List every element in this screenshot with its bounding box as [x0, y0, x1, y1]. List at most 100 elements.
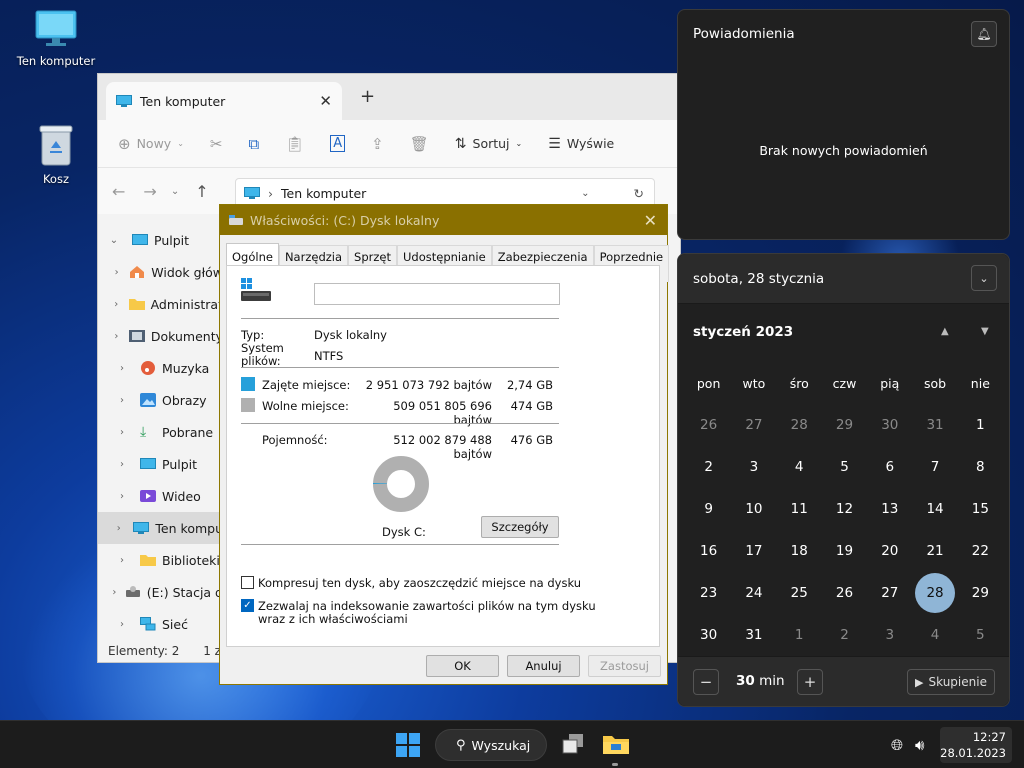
calendar-day[interactable]: 21	[912, 530, 957, 572]
compress-checkbox[interactable]	[241, 576, 254, 589]
calendar-day[interactable]: 16	[686, 530, 731, 572]
calendar-day[interactable]: 1	[777, 614, 822, 656]
calendar-day[interactable]: 26	[686, 404, 731, 446]
calendar-day[interactable]: 1	[958, 404, 1003, 446]
calendar-day[interactable]: 23	[686, 572, 731, 614]
calendar-day[interactable]: 3	[731, 446, 776, 488]
network-globe-icon[interactable]: 🌐︎	[891, 736, 903, 754]
do-not-disturb-button[interactable]: 🔔︎	[971, 21, 997, 47]
close-icon[interactable]: ✕	[644, 211, 657, 230]
calendar-day[interactable]: 5	[958, 614, 1003, 656]
cut-button[interactable]: ✂	[210, 135, 223, 153]
rename-button[interactable]: A	[330, 135, 346, 152]
ok-button[interactable]: OK	[426, 655, 499, 677]
decrease-focus-button[interactable]: −	[693, 669, 719, 695]
copy-button[interactable]: ⧉	[248, 135, 259, 153]
forward-arrow-icon[interactable]: →	[143, 182, 156, 201]
nav-item-pulpit[interactable]: › Pulpit	[98, 448, 223, 480]
calendar-day[interactable]: 22	[958, 530, 1003, 572]
clock[interactable]: 12:27 28.01.2023	[940, 727, 1012, 763]
volume-icon[interactable]: 🔊︎	[915, 736, 924, 754]
apply-button[interactable]: Zastosuj	[588, 655, 661, 677]
new-tab-button[interactable]: +	[360, 86, 375, 107]
nav-item-pulpit-root[interactable]: ⌄ Pulpit	[98, 224, 223, 256]
previous-month-icon[interactable]: ▲	[941, 326, 949, 337]
calendar-day[interactable]: 2	[686, 446, 731, 488]
cancel-button[interactable]: Anuluj	[507, 655, 580, 677]
sort-button[interactable]: ⇅ Sortuj ⌄	[455, 136, 522, 152]
calendar-day[interactable]: 12	[822, 488, 867, 530]
calendar-day[interactable]: 18	[777, 530, 822, 572]
nav-item-home[interactable]: › Widok głów	[98, 256, 223, 288]
calendar-day[interactable]: 6	[867, 446, 912, 488]
close-tab-icon[interactable]: ✕	[319, 92, 332, 110]
calendar-day[interactable]: 13	[867, 488, 912, 530]
increase-focus-button[interactable]: +	[797, 669, 823, 695]
calendar-day[interactable]: 19	[822, 530, 867, 572]
drive-name-input[interactable]	[314, 283, 560, 305]
up-arrow-icon[interactable]: ↑	[195, 182, 208, 201]
nav-item-this-pc[interactable]: › Ten kompu	[98, 512, 223, 544]
file-explorer-taskbar-button[interactable]	[603, 733, 629, 758]
view-button[interactable]: ☰ Wyświe	[548, 136, 614, 152]
start-button[interactable]	[396, 733, 420, 760]
calendar-day[interactable]: 11	[777, 488, 822, 530]
nav-item-downloads[interactable]: › ⤓ Pobrane	[98, 416, 223, 448]
share-button[interactable]: ⇪	[371, 135, 384, 153]
calendar-day[interactable]: 29	[958, 572, 1003, 614]
calendar-day[interactable]: 15	[958, 488, 1003, 530]
calendar-day[interactable]: 27	[731, 404, 776, 446]
calendar-day[interactable]: 30	[686, 614, 731, 656]
nav-item-drive-e[interactable]: › (E:) Stacja d	[98, 576, 223, 608]
explorer-tab[interactable]: Ten komputer ✕	[106, 82, 342, 120]
calendar-day[interactable]: 20	[867, 530, 912, 572]
refresh-icon[interactable]: ↻	[634, 186, 644, 201]
nav-item-libraries[interactable]: › Biblioteki	[98, 544, 223, 576]
address-dropdown-icon[interactable]: ⌄	[581, 188, 589, 199]
taskbar-search[interactable]: ⚲ Wyszukaj	[435, 729, 547, 761]
calendar-day[interactable]: 31	[731, 614, 776, 656]
calendar-day[interactable]: 2	[822, 614, 867, 656]
calendar-day-today[interactable]: 28	[912, 572, 957, 614]
calendar-day[interactable]: 14	[912, 488, 957, 530]
calendar-day[interactable]: 17	[731, 530, 776, 572]
task-view-button[interactable]	[561, 733, 585, 758]
new-button[interactable]: ⊕ Nowy ⌄	[118, 135, 184, 153]
nav-item-music[interactable]: › Muzyka	[98, 352, 223, 384]
index-checkbox[interactable]: ✓	[241, 599, 254, 612]
back-arrow-icon[interactable]: ←	[112, 182, 125, 201]
focus-button[interactable]: ▶ Skupienie	[907, 669, 995, 695]
calendar-day[interactable]: 29	[822, 404, 867, 446]
calendar-day[interactable]: 10	[731, 488, 776, 530]
paste-button[interactable]: 📋︎	[285, 135, 304, 153]
dialog-titlebar[interactable]: Właściwości: (C:) Dysk lokalny ✕	[220, 205, 667, 235]
calendar-day[interactable]: 31	[912, 404, 957, 446]
calendar-day[interactable]: 25	[777, 572, 822, 614]
recent-chevron-icon[interactable]: ⌄	[171, 186, 179, 197]
calendar-day[interactable]: 7	[912, 446, 957, 488]
delete-button[interactable]: 🗑︎	[410, 135, 429, 153]
nav-item-administrator[interactable]: › Administrat	[98, 288, 223, 320]
nav-item-pictures[interactable]: › Obrazy	[98, 384, 223, 416]
calendar-day[interactable]: 24	[731, 572, 776, 614]
calendar-day[interactable]: 3	[867, 614, 912, 656]
calendar-day-number: 18	[790, 543, 808, 559]
calendar-day[interactable]: 5	[822, 446, 867, 488]
calendar-day[interactable]: 26	[822, 572, 867, 614]
calendar-day[interactable]: 27	[867, 572, 912, 614]
nav-item-video[interactable]: › Wideo	[98, 480, 223, 512]
calendar-day[interactable]: 30	[867, 404, 912, 446]
nav-item-documents[interactable]: › Dokumenty	[98, 320, 223, 352]
nav-item-network[interactable]: › Sieć	[98, 608, 223, 640]
calendar-day[interactable]: 9	[686, 488, 731, 530]
calendar-day[interactable]: 8	[958, 446, 1003, 488]
desktop-recycle-bin[interactable]: Kosz	[14, 124, 98, 186]
details-button[interactable]: Szczegóły	[481, 516, 559, 538]
desktop-this-pc[interactable]: Ten komputer	[14, 10, 98, 68]
next-month-icon[interactable]: ▼	[981, 326, 989, 337]
focus-unit: min	[759, 673, 785, 689]
collapse-calendar-button[interactable]: ⌄	[971, 265, 997, 291]
calendar-day[interactable]: 4	[912, 614, 957, 656]
calendar-day[interactable]: 28	[777, 404, 822, 446]
calendar-day[interactable]: 4	[777, 446, 822, 488]
